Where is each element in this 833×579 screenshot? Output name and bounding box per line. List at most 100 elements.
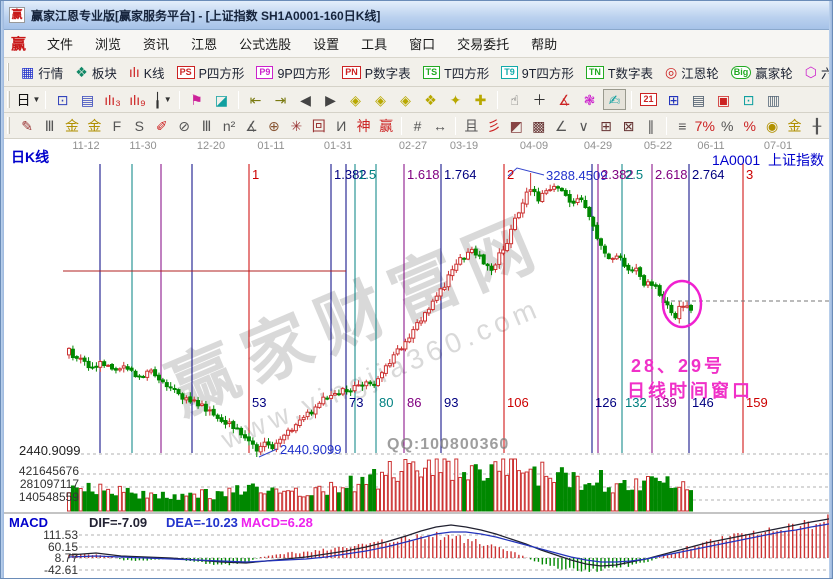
bar-count-label: 159 (746, 395, 768, 410)
gold-circle-tool-icon[interactable]: ◉ (762, 115, 782, 136)
winner-wheel-button[interactable]: Big赢家轮 (725, 62, 799, 83)
menu-item-window[interactable]: 窗口 (398, 34, 446, 55)
p-square-button[interactable]: PSP四方形 (171, 62, 251, 83)
region-tool-icon[interactable]: ✍ (603, 89, 626, 110)
save-icon[interactable]: ▣ (712, 89, 735, 110)
golden-section-tool-icon[interactable]: 金 (62, 115, 82, 136)
next-bar-icon[interactable]: ▶ (319, 89, 342, 110)
ying-tool-icon[interactable]: 赢 (376, 115, 396, 136)
circle-cross-tool-icon[interactable]: ⊕ (264, 115, 284, 136)
gann-lines-tool-icon[interactable]: Ⅲ (39, 115, 59, 136)
toolbar-grip[interactable] (7, 117, 10, 133)
mirror-tool-icon[interactable]: ∡ (241, 115, 261, 136)
menu-item-trade[interactable]: 交易委托 (446, 34, 520, 55)
last-bar-icon[interactable]: ⇥ (269, 89, 292, 110)
histogram-tool-icon[interactable]: ≡ (672, 115, 692, 136)
gold-line-tool-icon[interactable]: 金 (784, 115, 804, 136)
time-grid-tool-icon[interactable]: Ⅲ (196, 115, 216, 136)
n2-tool-icon[interactable]: n² (219, 115, 239, 136)
percent-line-tool-icon[interactable]: % (739, 115, 759, 136)
last-bar-icon: ⇥ (275, 93, 287, 107)
v-ruler-tool-icon[interactable]: ╂ (807, 115, 827, 136)
kline-button[interactable]: ılıK线 (123, 62, 171, 83)
dark-grid-tool-icon[interactable]: ▩ (529, 115, 549, 136)
parallel-tool-icon[interactable]: ∥ (641, 115, 661, 136)
p9-square-button[interactable]: P99P四方形 (250, 62, 336, 83)
color-chart-icon[interactable]: ◪ (210, 89, 233, 110)
multi-flag-icon[interactable]: ⚑ (185, 89, 208, 110)
t-square-button[interactable]: TST四方形 (417, 62, 496, 83)
golden-band-tool-icon[interactable]: 金 (84, 115, 104, 136)
crosshair-icon[interactable]: ＋ (528, 89, 551, 110)
menu-item-settings[interactable]: 设置 (302, 34, 350, 55)
hand-tool-icon[interactable]: ☝ (503, 89, 526, 110)
price-grid-tool-icon[interactable]: # (407, 115, 427, 136)
t9-square-button[interactable]: T99T四方形 (495, 62, 580, 83)
diamond-nav-2-icon[interactable]: ◈ (369, 89, 392, 110)
toolbar-separator (455, 117, 456, 135)
wave-tool-icon[interactable]: И (331, 115, 351, 136)
calculator-icon[interactable]: ⊞ (662, 89, 685, 110)
fan-shade-tool-icon[interactable]: ◩ (506, 115, 526, 136)
menu-item-news[interactable]: 资讯 (132, 34, 180, 55)
kline-9-icon[interactable]: ılı₉ (126, 89, 149, 110)
info-note-icon[interactable]: ▤ (76, 89, 99, 110)
quotes-button[interactable]: ▦行情 (15, 62, 69, 83)
diamond-nav-3-icon[interactable]: ◈ (394, 89, 417, 110)
kline-3-icon[interactable]: ılı₃ (101, 89, 124, 110)
shen-tool-icon[interactable]: 神 (353, 115, 373, 136)
band-tool-icon[interactable]: ❃ (578, 89, 601, 110)
export-icon[interactable]: ⊡ (737, 89, 760, 110)
zigzag-tool-icon[interactable]: ∨ (573, 115, 593, 136)
notes-icon[interactable]: ▤ (687, 89, 710, 110)
calendar-21-icon[interactable]: 21 (637, 89, 660, 110)
diamond-nav-5-icon[interactable]: ✦ (444, 89, 467, 110)
fan-shade-tool-icon: ◩ (510, 119, 523, 133)
angle-tool-icon[interactable]: ∡ (553, 89, 576, 110)
fib-tool-icon[interactable]: F (107, 115, 127, 136)
diamond-nav-6-icon[interactable]: ✚ (469, 89, 492, 110)
t-number-button[interactable]: TNT数字表 (580, 62, 659, 83)
grid-box-tool-icon[interactable]: ⊞ (596, 115, 616, 136)
window-layout-icon[interactable]: ⊡ (51, 89, 74, 110)
gann-web-tool-icon[interactable]: ✳ (286, 115, 306, 136)
spiral-tool-icon[interactable]: S (129, 115, 149, 136)
bar-count-label: 73 (349, 395, 363, 410)
golden-section-tool-icon: 金 (65, 119, 79, 133)
frame-tool-icon[interactable]: 且 (461, 115, 481, 136)
trend-line-tool-icon[interactable]: ∠ (551, 115, 571, 136)
diamond-nav-4-icon[interactable]: ❖ (419, 89, 442, 110)
percent-down-tool-icon[interactable]: 7% (695, 115, 715, 136)
gann-wheel-button[interactable]: ◎江恩轮 (659, 62, 725, 83)
dark-grid-tool-icon: ▩ (532, 119, 545, 133)
transfer-icon[interactable]: ▥ (762, 89, 785, 110)
grid-box-tool-icon: ⊞ (600, 119, 612, 133)
menu-item-file[interactable]: 文件 (36, 34, 84, 55)
period-day-selector[interactable]: 日▼ (17, 89, 40, 110)
menu-item-tools[interactable]: 工具 (350, 34, 398, 55)
menu-item-formula-picker[interactable]: 公式选股 (228, 34, 302, 55)
symbol-name: 上证指数 (768, 152, 824, 168)
hexagon-button[interactable]: ⬡六角形 (799, 62, 833, 83)
grid-box-fill-tool-icon[interactable]: ⊠ (618, 115, 638, 136)
percent-tool-icon[interactable]: % (717, 115, 737, 136)
prev-bar-icon[interactable]: ◀ (294, 89, 317, 110)
toolbar-grip[interactable] (7, 63, 9, 81)
diamond-nav-1-icon[interactable]: ◈ (344, 89, 367, 110)
chart-area[interactable]: 赢家财富网 www.yingjia360.com 日K线 1A0001 上证指数… (1, 139, 833, 579)
time-cycle-tool-icon[interactable]: ⊘ (174, 115, 194, 136)
menu-item-browse[interactable]: 浏览 (84, 34, 132, 55)
p-number-button[interactable]: PNP数字表 (336, 62, 416, 83)
toolbar-grip[interactable] (7, 91, 10, 107)
square-cycle-tool-icon[interactable]: 回 (309, 115, 329, 136)
pen-tool-icon[interactable]: ✎ (17, 115, 37, 136)
width-measure-tool-icon[interactable]: ↔ (430, 115, 450, 136)
bar-count-label: 86 (407, 395, 421, 410)
rays-tool-icon[interactable]: 彡 (484, 115, 504, 136)
menu-item-help[interactable]: 帮助 (520, 34, 568, 55)
first-bar-icon[interactable]: ⇤ (244, 89, 267, 110)
menu-item-gann[interactable]: 江恩 (180, 34, 228, 55)
brush-tool-icon[interactable]: ✐ (152, 115, 172, 136)
single-candle-selector[interactable]: ╽▼ (151, 89, 174, 110)
sectors-button[interactable]: ❖板块 (69, 62, 123, 83)
